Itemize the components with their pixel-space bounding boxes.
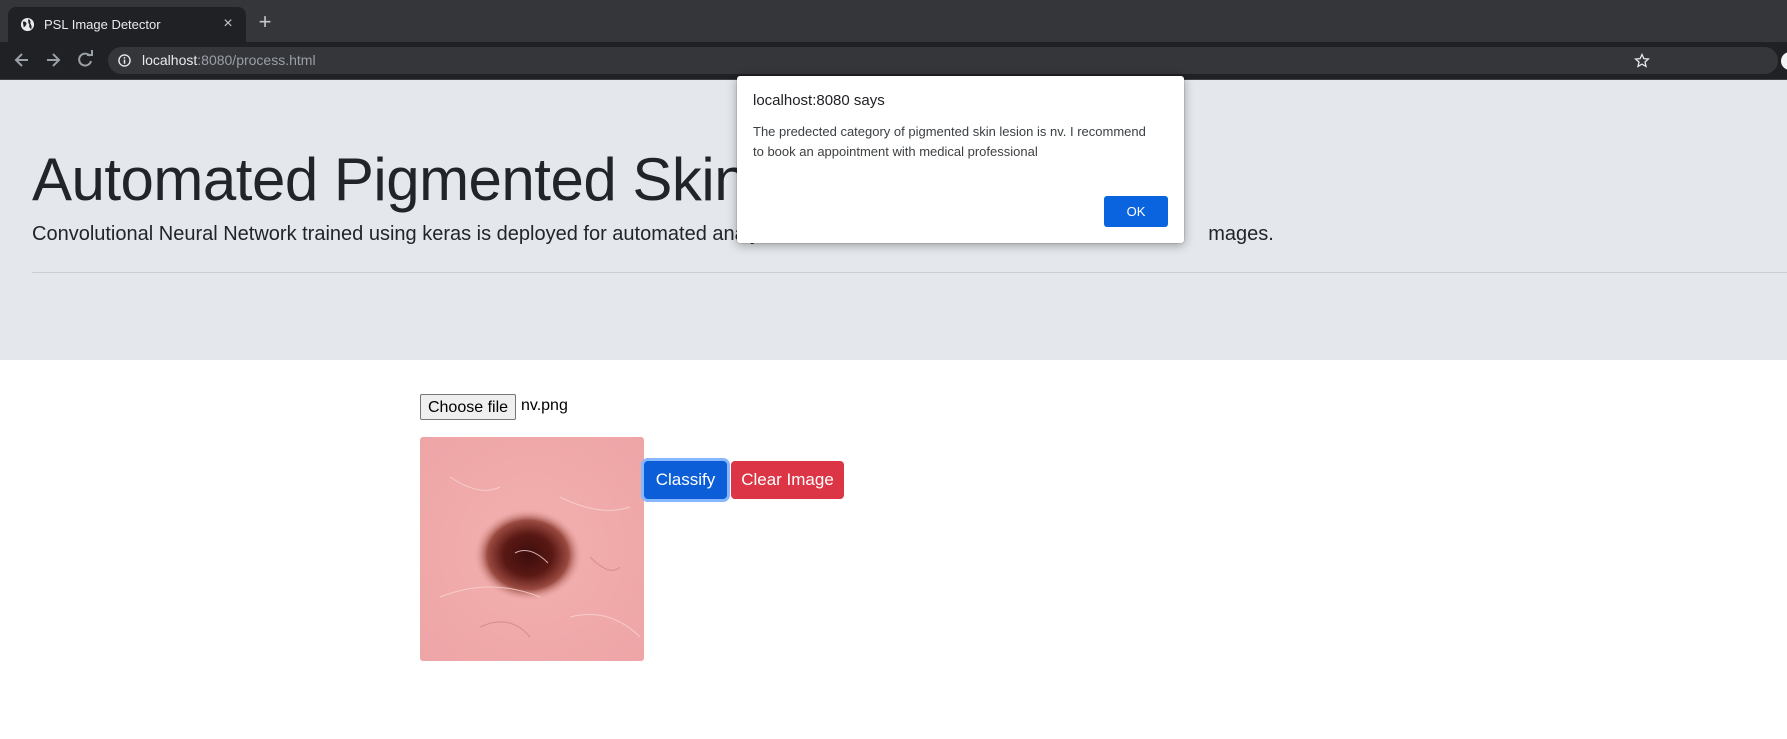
classify-button[interactable]: Classify: [644, 461, 727, 499]
lead-tail: mages.: [1208, 223, 1274, 245]
url-text: localhost:8080/process.html: [142, 52, 316, 69]
url-path: :8080/process.html: [197, 52, 316, 68]
alert-dialog: localhost:8080 says The predected catego…: [737, 76, 1184, 243]
star-icon[interactable]: [1634, 52, 1650, 69]
clear-image-button[interactable]: Clear Image: [731, 461, 844, 499]
arrow-right-icon[interactable]: [43, 50, 63, 70]
reload-icon[interactable]: [75, 50, 95, 70]
tab-strip: PSL Image Detector × +: [0, 0, 1787, 42]
globe-icon: [20, 17, 35, 32]
info-icon[interactable]: [118, 54, 131, 67]
dialog-title: localhost:8080 says: [753, 92, 885, 109]
url-host: localhost: [142, 52, 198, 68]
close-tab-icon[interactable]: ×: [220, 16, 236, 32]
divider: [32, 272, 1787, 273]
address-bar[interactable]: localhost:8080/process.html: [108, 47, 1778, 74]
lead-text: Convolutional Neural Network trained usi…: [32, 223, 761, 245]
new-tab-icon[interactable]: +: [256, 11, 274, 33]
choose-file-button[interactable]: Choose file: [420, 394, 516, 420]
tab-title: PSL Image Detector: [44, 17, 161, 32]
browser-tab[interactable]: PSL Image Detector ×: [8, 7, 246, 42]
browser-toolbar: localhost:8080/process.html: [0, 42, 1787, 80]
file-name: nv.png: [521, 397, 568, 414]
ok-button[interactable]: OK: [1104, 196, 1168, 227]
dialog-message: The predected category of pigmented skin…: [753, 124, 1146, 159]
page-title: Automated Pigmented Skin Le: [32, 146, 830, 213]
arrow-left-icon[interactable]: [12, 50, 32, 70]
lesion-image: [420, 437, 644, 661]
image-preview: [420, 437, 644, 661]
